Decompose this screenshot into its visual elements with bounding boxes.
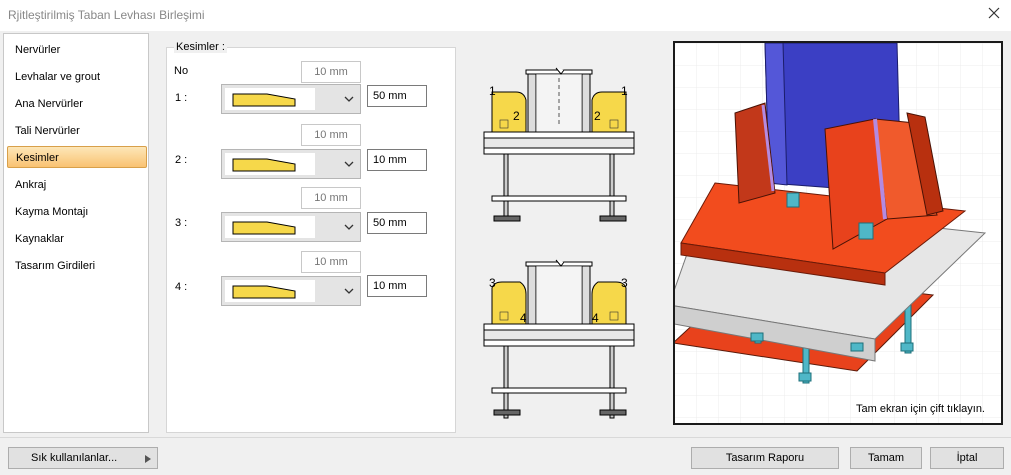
- cut-2-shape-select[interactable]: [221, 149, 361, 179]
- sidebar-item-label: Ana Nervürler: [15, 98, 83, 110]
- favorites-label: Sık kullanılanlar...: [31, 452, 118, 464]
- cut-2-value-field[interactable]: 10 mm: [367, 149, 427, 171]
- cut-2-top-field[interactable]: 10 mm: [301, 124, 361, 146]
- diagram-top-inner-right: 2: [594, 109, 601, 123]
- cut-4-top-field[interactable]: 10 mm: [301, 251, 361, 273]
- sidebar-item-label: Kaynaklar: [15, 233, 64, 245]
- cut-shape-icon: [225, 88, 315, 110]
- cut-1-top-field[interactable]: 10 mm: [301, 61, 361, 83]
- diagram-top: [483, 67, 635, 222]
- diagram-top-num-left: 1: [489, 84, 496, 98]
- footer-separator: [0, 437, 1011, 438]
- preview-hint: Tam ekran için çift tıklayın.: [856, 403, 985, 415]
- sidebar-item-label: Tali Nervürler: [15, 125, 80, 137]
- diagram-bottom-num-left: 3: [489, 276, 496, 290]
- diagram-top-num-right: 1: [621, 84, 628, 98]
- sidebar-nav: Nervürler Levhalar ve grout Ana Nervürle…: [3, 33, 149, 433]
- sidebar-item-label: Levhalar ve grout: [15, 71, 100, 83]
- sidebar-item-label: Kesimler: [16, 152, 59, 164]
- base-plate-3d-render: [675, 43, 1001, 423]
- ok-button[interactable]: Tamam: [850, 447, 922, 469]
- sidebar-item-ana-nervurler[interactable]: Ana Nervürler: [7, 93, 147, 115]
- cut-4-value-field[interactable]: 10 mm: [367, 275, 427, 297]
- sidebar-item-label: Tasarım Girdileri: [15, 260, 96, 272]
- sidebar-item-tasarim-girdileri[interactable]: Tasarım Girdileri: [7, 255, 147, 277]
- diagram-top-inner-left: 2: [513, 109, 520, 123]
- cut-3-top-field[interactable]: 10 mm: [301, 187, 361, 209]
- title-bar: Rjitleştirilmiş Taban Levhası Birleşimi: [0, 0, 1011, 31]
- chevron-down-icon: [344, 224, 354, 230]
- chevron-down-icon: [344, 96, 354, 102]
- cut-1-label: 1 :: [175, 92, 188, 104]
- 3d-preview[interactable]: Tam ekran için çift tıklayın.: [673, 41, 1003, 425]
- sidebar-item-label: Ankraj: [15, 179, 47, 191]
- cut-4-label: 4 :: [175, 281, 188, 293]
- chevron-down-icon: [344, 161, 354, 167]
- sidebar-item-label: Nervürler: [15, 44, 61, 56]
- sidebar-item-label: Kayma Montajı: [15, 206, 89, 218]
- cut-1-value-field[interactable]: 50 mm: [367, 85, 427, 107]
- no-column-label: No: [174, 65, 189, 77]
- chevron-down-icon: [344, 288, 354, 294]
- sidebar-item-ankraj[interactable]: Ankraj: [7, 174, 147, 196]
- cut-diagram: 1 1 2 2 3 3 4 4: [483, 67, 635, 419]
- diagram-bottom: [483, 259, 635, 419]
- cut-4-shape-select[interactable]: [221, 276, 361, 306]
- window-title: Rjitleştirilmiş Taban Levhası Birleşimi: [8, 8, 205, 22]
- chevron-right-icon: [145, 455, 151, 463]
- cuts-group-label: Kesimler :: [174, 41, 227, 53]
- cut-2-label: 2 :: [175, 154, 188, 166]
- diagram-bottom-inner-left: 4: [520, 311, 527, 325]
- sidebar-item-kesimler[interactable]: Kesimler: [7, 146, 147, 168]
- sidebar-item-kaynaklar[interactable]: Kaynaklar: [7, 228, 147, 250]
- sidebar-item-nervurler[interactable]: Nervürler: [7, 39, 147, 61]
- cut-3-shape-select[interactable]: [221, 212, 361, 242]
- cut-shape-icon: [225, 216, 315, 238]
- cut-1-shape-select[interactable]: [221, 84, 361, 114]
- cut-3-value-field[interactable]: 50 mm: [367, 212, 427, 234]
- cut-shape-icon: [225, 280, 315, 302]
- cut-shape-icon: [225, 153, 315, 175]
- diagram-bottom-inner-right: 4: [592, 311, 599, 325]
- diagram-bottom-num-right: 3: [621, 276, 628, 290]
- sidebar-item-kayma-montaji[interactable]: Kayma Montajı: [7, 201, 147, 223]
- favorites-button[interactable]: Sık kullanılanlar...: [8, 447, 158, 469]
- cancel-button[interactable]: İptal: [930, 447, 1004, 469]
- sidebar-item-tali-nervurler[interactable]: Tali Nervürler: [7, 120, 147, 142]
- cut-3-label: 3 :: [175, 217, 188, 229]
- sidebar-item-levhalar-grout[interactable]: Levhalar ve grout: [7, 66, 147, 88]
- design-report-button[interactable]: Tasarım Raporu: [691, 447, 839, 469]
- close-icon[interactable]: [987, 6, 1001, 20]
